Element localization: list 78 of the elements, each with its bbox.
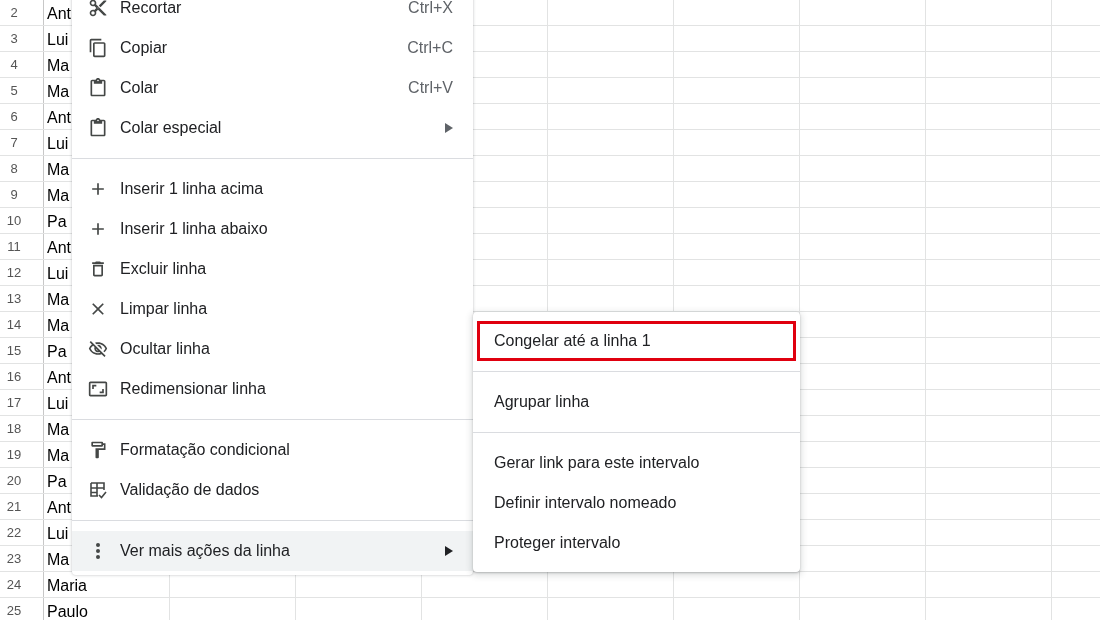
row-number: 3 [9, 29, 19, 48]
menu-item[interactable]: Formatação condicional [72, 430, 473, 470]
eye-off-icon [88, 339, 108, 359]
resize-frame-icon [88, 379, 108, 399]
menu-item[interactable]: Definir intervalo nomeado [477, 483, 796, 523]
paint-roller-icon [88, 440, 108, 460]
row-number: 24 [5, 575, 23, 594]
cell-text: Pa [47, 473, 67, 490]
row-number: 12 [5, 263, 23, 282]
menu-item[interactable]: Ver mais ações da linha [72, 531, 473, 571]
more-vertical-icon [96, 543, 100, 559]
cell-text: Ma [47, 161, 70, 178]
cell-text: Lui [47, 395, 69, 412]
copy-icon [88, 38, 108, 58]
menu-item[interactable]: Agrupar linha [477, 382, 796, 422]
row-number: 7 [9, 133, 19, 152]
row-number: 13 [5, 289, 23, 308]
cell-text: Ma [47, 291, 70, 308]
row-number: 25 [5, 601, 23, 620]
clipboard-icon [88, 118, 108, 138]
row-number: 17 [5, 393, 23, 412]
cell-text: Ant [47, 239, 71, 256]
row-number: 19 [5, 445, 23, 464]
row-number: 20 [5, 471, 23, 490]
row-number: 9 [9, 185, 19, 204]
row-number: 8 [9, 159, 19, 178]
cell-text: Ma [47, 317, 70, 334]
menu-item[interactable]: Validação de dados [72, 470, 473, 510]
menu-item[interactable]: Gerar link para este intervalo [477, 443, 796, 483]
cell-text: Ma [47, 57, 70, 74]
menu-item[interactable]: Colar Ctrl+V [72, 68, 473, 108]
menu-item[interactable]: Limpar linha [72, 289, 473, 329]
row-number: 11 [6, 237, 22, 256]
menu-item[interactable]: Proteger intervalo [477, 523, 796, 563]
cell-text: Ant [47, 5, 71, 22]
cell-text: Ma [47, 187, 70, 204]
cell-text: Ma [47, 83, 70, 100]
cell-text: Lui [47, 31, 69, 48]
cell-text: Ant [47, 499, 71, 516]
row-number: 14 [5, 315, 23, 334]
cell-text: Ma [47, 447, 70, 464]
menu-item[interactable]: Congelar até a linha 1 [477, 321, 796, 361]
row-number: 10 [5, 211, 23, 230]
row-number: 6 [9, 107, 19, 126]
menu-item[interactable]: Inserir 1 linha abaixo [72, 209, 473, 249]
cell-text: Ant [47, 109, 71, 126]
keyboard-shortcut: Ctrl+X [408, 0, 453, 18]
menu-item[interactable]: Copiar Ctrl+C [72, 28, 473, 68]
keyboard-shortcut: Ctrl+C [407, 38, 453, 58]
row-number: 15 [5, 341, 23, 360]
menu-item[interactable]: Redimensionar linha [72, 369, 473, 409]
cell-text: Pa [47, 213, 67, 230]
cell-text: Ma [47, 551, 70, 568]
menu-item[interactable]: Ocultar linha [72, 329, 473, 369]
cell-text: Paulo [47, 603, 88, 620]
cell-text: Ma [47, 421, 70, 438]
cell-text: Lui [47, 135, 69, 152]
row-number: 18 [5, 419, 23, 438]
row-number: 2 [9, 3, 19, 22]
cell-text: Ant [47, 369, 71, 386]
scissors-icon [88, 0, 108, 18]
row-number: 5 [9, 81, 19, 100]
cell-text: Pa [47, 343, 67, 360]
row-number: 23 [5, 549, 23, 568]
cell-text: Lui [47, 525, 69, 542]
row-number: 22 [5, 523, 23, 542]
keyboard-shortcut: Ctrl+V [408, 78, 453, 98]
menu-item[interactable]: Inserir 1 linha acima [72, 169, 473, 209]
menu-item[interactable]: Recortar Ctrl+X [72, 0, 473, 28]
row-number: 21 [5, 497, 23, 516]
row-number: 16 [5, 367, 23, 386]
clipboard-icon [88, 78, 108, 98]
table-check-icon [88, 480, 108, 500]
cell-text: Maria [47, 577, 87, 594]
row-number: 4 [9, 55, 19, 74]
menu-item[interactable]: Colar especial [72, 108, 473, 148]
menu-item[interactable]: Excluir linha [72, 249, 473, 289]
cell-text: Lui [47, 265, 69, 282]
